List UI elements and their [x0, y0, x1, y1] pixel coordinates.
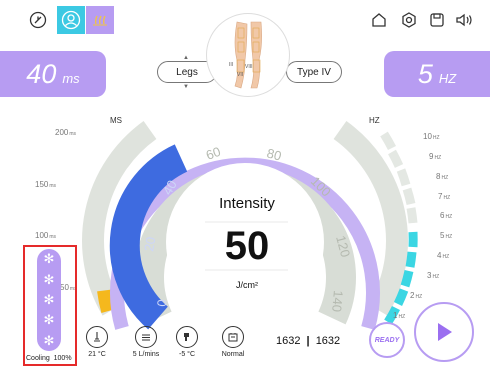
- handpiece-icon: [176, 326, 198, 348]
- intensity-value[interactable]: 50: [195, 222, 299, 270]
- handpiece-temperature-status: -5 °C: [173, 326, 201, 358]
- mode-icon: [222, 326, 244, 348]
- hz-scale-label: 7HZ: [438, 192, 451, 201]
- ms-scale-label: 100ms: [35, 231, 57, 240]
- ms-scale-title: MS: [110, 116, 122, 125]
- start-button[interactable]: [414, 302, 474, 362]
- hz-scale-label: 6HZ: [440, 211, 453, 220]
- ready-button[interactable]: READY: [369, 322, 405, 358]
- thermometer-icon: [86, 326, 108, 348]
- hz-scale-label: 3HZ: [427, 271, 440, 280]
- hz-scale-label: 1HZ: [393, 311, 406, 320]
- hz-scale-title: HZ: [369, 116, 380, 125]
- hz-scale-label: 5HZ: [440, 231, 453, 240]
- intensity-unit: J/cm²: [236, 280, 258, 290]
- snowflake-icon: ✻: [43, 271, 55, 287]
- intensity-label: Intensity: [219, 195, 275, 212]
- water-temperature-status: 21 °C: [83, 326, 111, 358]
- ms-scale-label: 200ms: [55, 128, 77, 137]
- flow-icon: [135, 326, 157, 348]
- hz-scale-label: 2HZ: [410, 291, 423, 300]
- cooling-label: Cooling 100%: [26, 355, 72, 362]
- hz-scale-label: 10HZ: [423, 132, 440, 141]
- mode-status[interactable]: Normal: [216, 326, 250, 358]
- hz-scale-label: 4HZ: [437, 251, 450, 260]
- hz-scale-label: 9HZ: [429, 152, 442, 161]
- cooling-control[interactable]: ✻ ✻ ✻ ✻ ✻: [37, 249, 61, 351]
- ms-scale-label: 150ms: [35, 180, 57, 189]
- snowflake-icon: ✻: [43, 312, 55, 328]
- hz-scale-label: 8HZ: [436, 172, 449, 181]
- water-flow-status: 5 L/mins: [128, 326, 164, 358]
- shot-counter-left: 1632: [276, 335, 301, 347]
- snowflake-icon: ✻: [43, 291, 55, 307]
- snowflake-icon: ✻: [43, 332, 55, 348]
- play-icon: [438, 323, 452, 341]
- shot-counter-right: 1632: [315, 335, 341, 347]
- snowflake-icon: ✻: [43, 251, 55, 267]
- shot-counter: 1632 | 1632: [276, 335, 341, 347]
